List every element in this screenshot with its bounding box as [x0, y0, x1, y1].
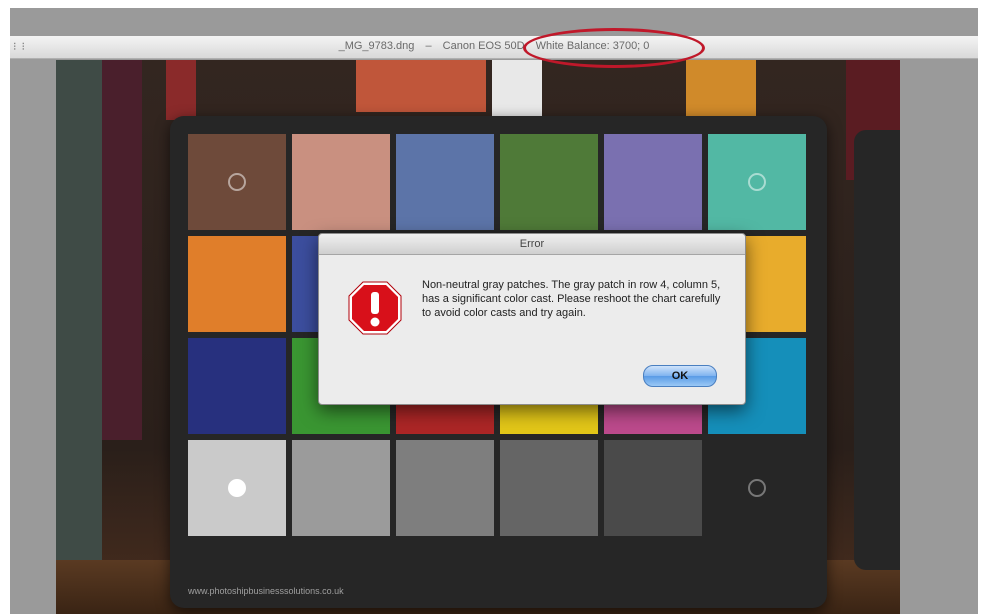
- app-window: www.photoshipbusinesssolutions.co.uk Err…: [10, 8, 978, 614]
- stop-icon: [348, 281, 402, 335]
- color-patch: [708, 134, 806, 230]
- title-separator: –: [425, 40, 432, 52]
- color-patch: [188, 338, 286, 434]
- color-patch: [292, 440, 390, 536]
- book-spine: [56, 60, 102, 580]
- color-patch: [604, 440, 702, 536]
- sample-marker: [748, 479, 766, 497]
- sample-marker: [228, 173, 246, 191]
- color-patch: [396, 440, 494, 536]
- dialog-title: Error: [319, 234, 745, 255]
- book-spine: [492, 60, 542, 120]
- sample-marker: [748, 173, 766, 191]
- color-patch: [188, 134, 286, 230]
- photo-preview: www.photoshipbusinesssolutions.co.uk Err…: [56, 60, 900, 614]
- color-patch: [708, 440, 806, 536]
- window-title: _MG_9783.dng – Canon EOS 50D White Balan…: [10, 40, 978, 52]
- book-spine: [166, 60, 196, 120]
- error-message: Non-neutral gray patches. The gray patch…: [422, 279, 721, 319]
- window-titlebar: ⁝ ⁝ _MG_9783.dng – Canon EOS 50D White B…: [10, 36, 978, 59]
- book-spine: [356, 60, 486, 112]
- ok-button[interactable]: OK: [643, 365, 717, 387]
- color-patch: [292, 134, 390, 230]
- highlight-ring: [523, 28, 705, 68]
- book-spine: [102, 60, 142, 440]
- color-patch: [396, 134, 494, 230]
- camera-model: Canon EOS 50D: [442, 40, 525, 52]
- file-name: _MG_9783.dng: [338, 40, 415, 52]
- error-dialog: Error Non-neutral gray patches. The gray…: [318, 233, 746, 405]
- color-patch: [500, 134, 598, 230]
- color-patch: [604, 134, 702, 230]
- second-chart-card: [854, 130, 900, 570]
- color-patch: [188, 236, 286, 332]
- card-url-text: www.photoshipbusinesssolutions.co.uk: [188, 586, 344, 596]
- sample-marker: [228, 479, 246, 497]
- color-patch: [500, 440, 598, 536]
- color-patch: [188, 440, 286, 536]
- book-spine: [686, 60, 756, 118]
